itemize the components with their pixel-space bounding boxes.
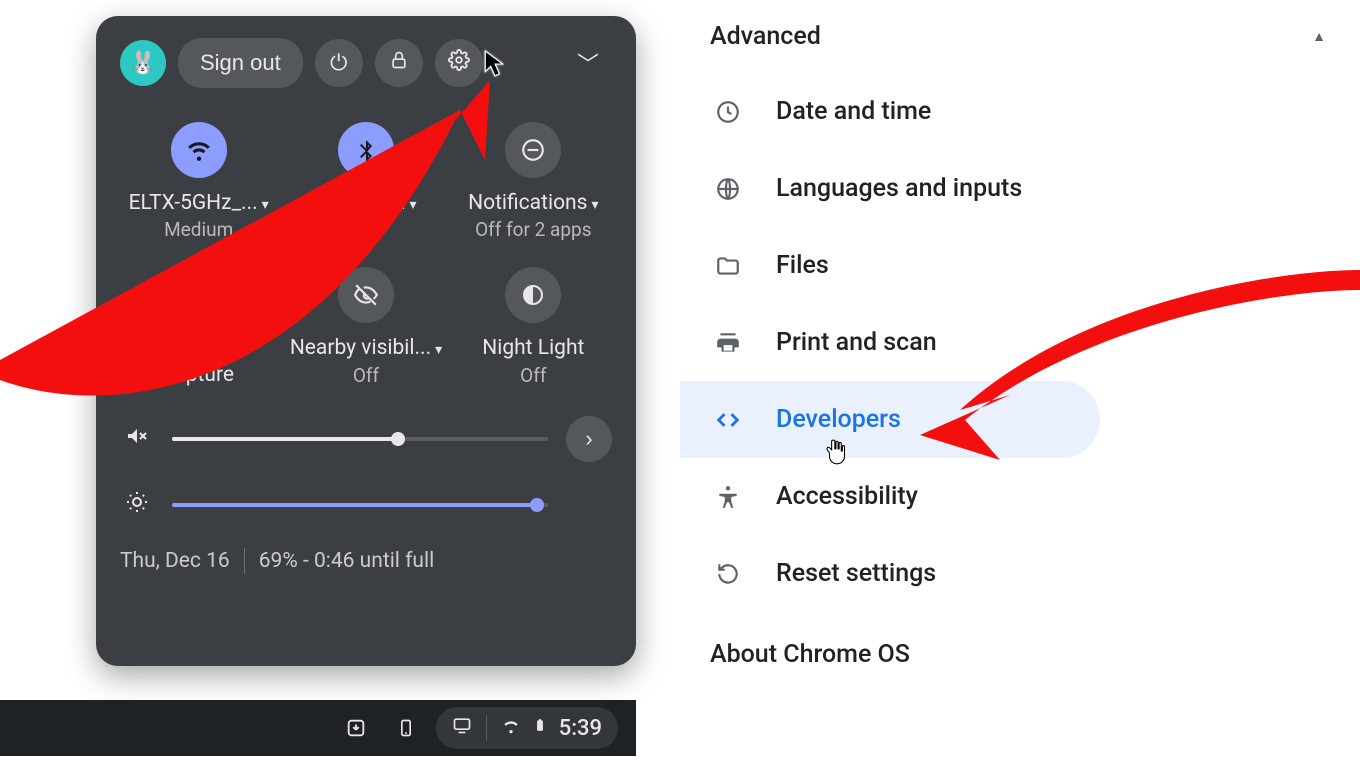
settings-item-date-time[interactable]: Date and time xyxy=(680,73,1360,150)
settings-item-label: Languages and inputs xyxy=(776,174,1022,203)
nearby-visibility-tile[interactable]: Nearby visibil...▾ Off xyxy=(287,267,444,388)
shelf-status-area[interactable]: 5:39 xyxy=(436,707,618,749)
tray-date: Thu, Dec 16 xyxy=(120,549,230,573)
advanced-label: Advanced xyxy=(710,22,821,51)
advanced-section-header[interactable]: Advanced ▲ xyxy=(680,22,1360,51)
brightness-slider[interactable] xyxy=(172,503,548,507)
folder-icon xyxy=(710,253,746,279)
cast-icon xyxy=(452,715,472,741)
night-light-icon xyxy=(505,267,561,323)
divider xyxy=(486,715,487,741)
shelf: 5:39 xyxy=(0,700,636,756)
wifi-status-icon xyxy=(501,715,521,741)
code-icon xyxy=(710,406,746,434)
settings-item-label: Developers xyxy=(776,405,901,434)
volume-slider-row: › xyxy=(120,416,612,462)
printer-icon xyxy=(710,330,746,356)
settings-item-label: Print and scan xyxy=(776,328,937,357)
lock-icon xyxy=(389,50,409,76)
volume-slider[interactable] xyxy=(172,437,548,441)
settings-item-files[interactable]: Files xyxy=(680,227,1360,304)
accessibility-icon xyxy=(710,484,746,510)
avatar[interactable]: 🐰 xyxy=(120,40,166,86)
chevron-down-icon: ﹀ xyxy=(577,47,599,79)
wifi-icon xyxy=(171,122,227,178)
power-button[interactable]: ⏻ xyxy=(315,39,363,87)
audio-output-button[interactable]: › xyxy=(566,416,612,462)
globe-icon xyxy=(710,176,746,202)
shelf-downloads-icon[interactable] xyxy=(336,708,376,748)
settings-item-reset[interactable]: Reset settings xyxy=(680,535,1360,612)
chevron-right-icon: › xyxy=(585,426,592,452)
night-light-tile[interactable]: Night Light Off xyxy=(455,267,612,388)
about-chrome-os[interactable]: About Chrome OS xyxy=(680,612,1360,669)
screen-capture-icon xyxy=(171,267,227,323)
about-label: About Chrome OS xyxy=(710,640,910,669)
collapse-button[interactable]: ﹀ xyxy=(564,39,612,87)
settings-item-languages[interactable]: Languages and inputs xyxy=(680,150,1360,227)
brightness-slider-row xyxy=(120,490,612,520)
brightness-icon[interactable] xyxy=(120,490,154,520)
divider xyxy=(244,548,245,574)
notifications-tile[interactable]: Notifications▾ Off for 2 apps xyxy=(455,122,612,241)
settings-item-label: Files xyxy=(776,251,829,280)
wifi-tile[interactable]: ELTX-5GHz_...▾ Medium xyxy=(120,122,277,241)
clock-icon xyxy=(710,99,746,125)
sliders: › xyxy=(120,416,612,520)
collapse-triangle-icon: ▲ xyxy=(1312,28,1326,45)
settings-item-label: Date and time xyxy=(776,97,931,126)
settings-button[interactable] xyxy=(435,39,483,87)
reset-icon xyxy=(710,561,746,587)
do-not-disturb-icon xyxy=(505,122,561,178)
tray-battery-status: 69% - 0:46 until full xyxy=(259,549,434,573)
quick-settings-tray: 🐰 Sign out ⏻ ﹀ ELTX-5GHz_...▾ Medium xyxy=(96,16,636,666)
power-icon: ⏻ xyxy=(330,50,347,76)
tray-footer: Thu, Dec 16 69% - 0:46 until full xyxy=(120,548,612,574)
shelf-clock: 5:39 xyxy=(559,716,602,741)
bluetooth-icon xyxy=(338,122,394,178)
battery-status-icon xyxy=(533,715,547,741)
visibility-off-icon xyxy=(338,267,394,323)
quick-settings-tiles: ELTX-5GHz_...▾ Medium Bluetooth▾ On Noti… xyxy=(120,122,612,388)
settings-item-label: Accessibility xyxy=(776,482,918,511)
volume-mute-icon[interactable] xyxy=(120,424,154,454)
screen-capture-tile[interactable]: Screen capture xyxy=(120,267,277,388)
settings-panel: Advanced ▲ Date and time Languages and i… xyxy=(680,0,1360,669)
shelf-phone-icon[interactable] xyxy=(386,708,426,748)
tray-header: 🐰 Sign out ⏻ ﹀ xyxy=(120,38,612,88)
settings-item-print-scan[interactable]: Print and scan xyxy=(680,304,1360,381)
lock-button[interactable] xyxy=(375,39,423,87)
sign-out-button[interactable]: Sign out xyxy=(178,38,303,88)
settings-item-accessibility[interactable]: Accessibility xyxy=(680,458,1360,535)
settings-item-label: Reset settings xyxy=(776,559,936,588)
gear-icon xyxy=(448,49,470,77)
settings-item-developers[interactable]: Developers xyxy=(680,381,1100,458)
bluetooth-tile[interactable]: Bluetooth▾ On xyxy=(287,122,444,241)
